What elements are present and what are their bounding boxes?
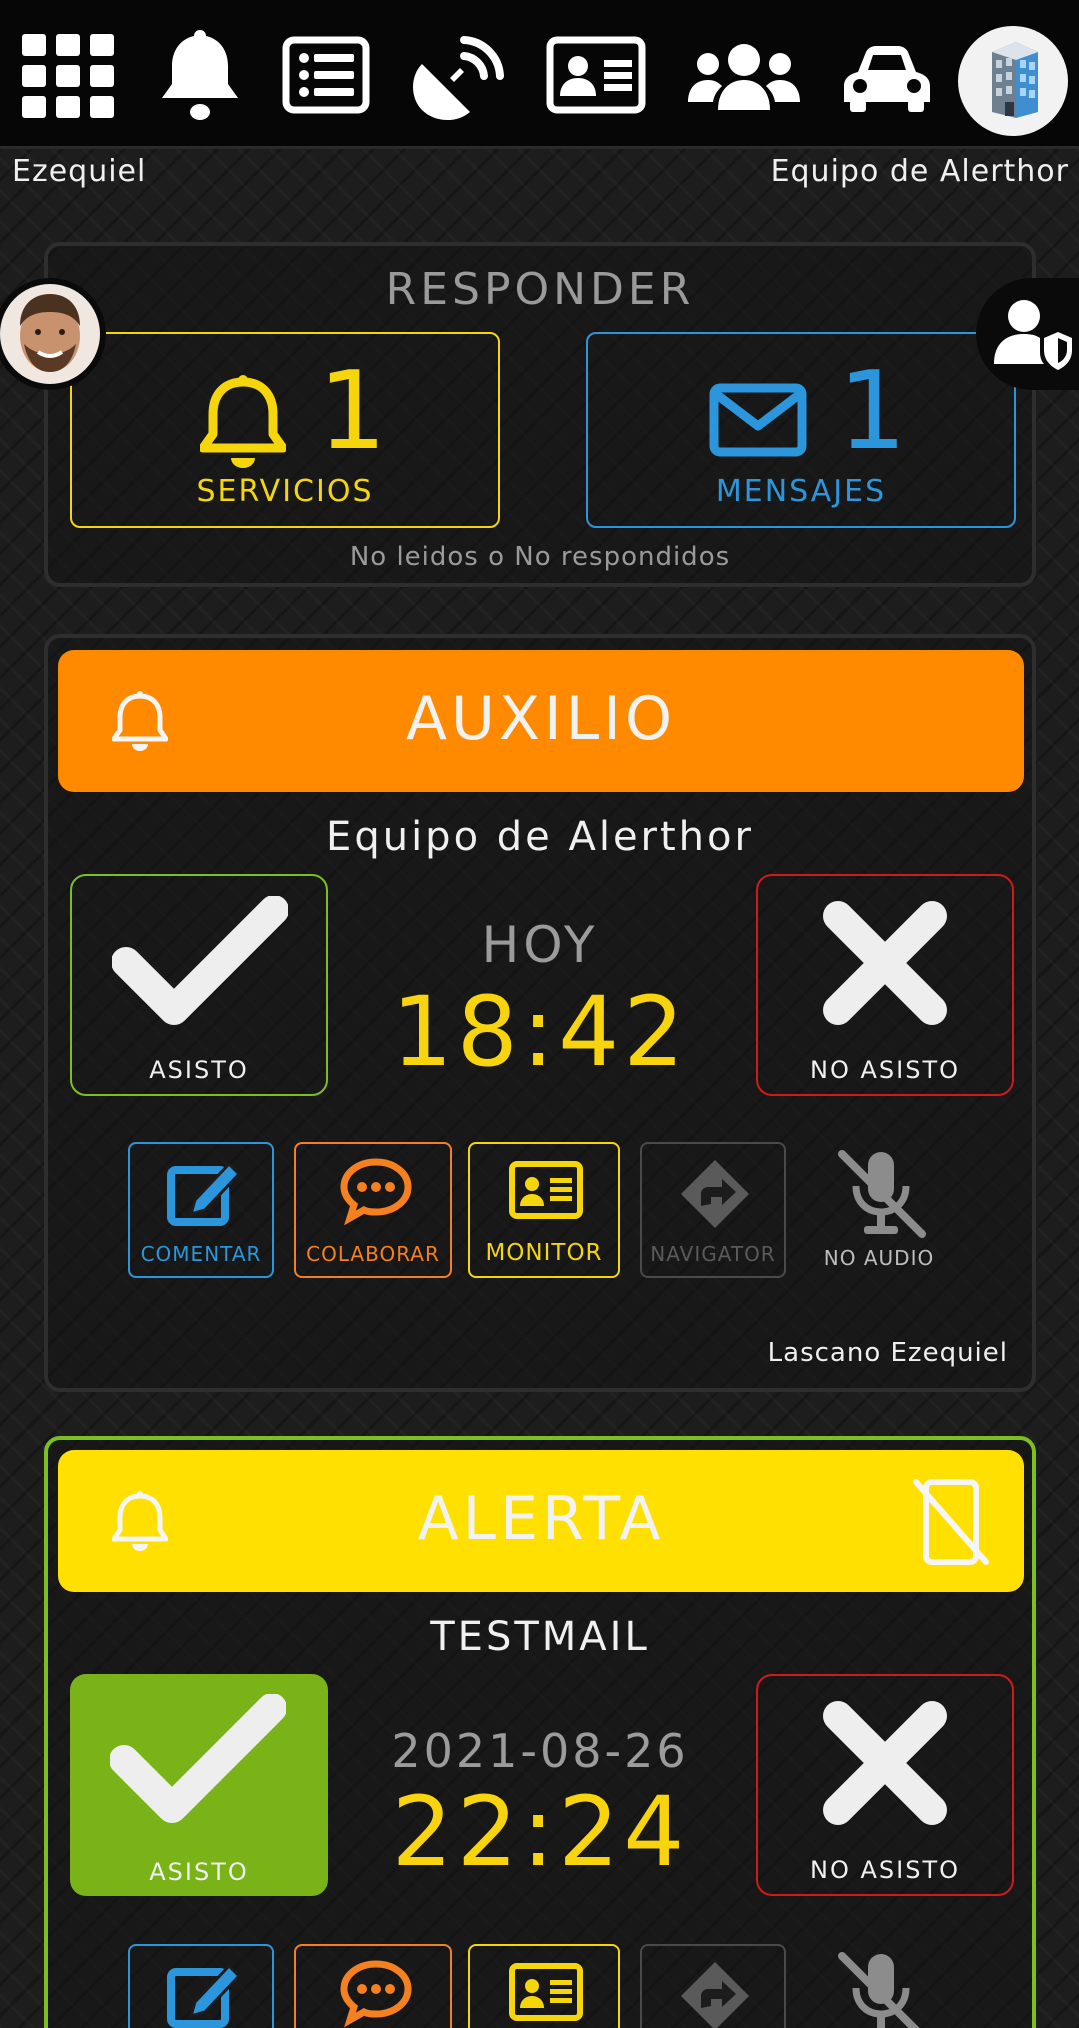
comentar-button[interactable]: COMENTAR xyxy=(128,1142,274,1278)
comment-dots-icon xyxy=(340,1158,412,1226)
alert-title: ALERTA xyxy=(417,1484,665,1554)
monitor-label: MONITOR xyxy=(485,1240,603,1266)
mobile-slash-icon[interactable] xyxy=(912,1476,990,1568)
user-shield-icon[interactable] xyxy=(976,278,1079,390)
servicios-tile[interactable]: 1 SERVICIOS xyxy=(70,332,500,528)
id-card-icon xyxy=(509,1161,583,1219)
no-asisto-label: NO ASISTO xyxy=(810,1856,960,1884)
nav-icon-row xyxy=(0,6,1079,148)
navigator-button: NAVIGATOR xyxy=(640,1142,786,1278)
colaborar-button[interactable]: COLABORAR xyxy=(294,1142,452,1278)
servicios-label: SERVICIOS xyxy=(196,474,374,509)
users-icon[interactable] xyxy=(688,40,800,116)
edit-icon xyxy=(167,1963,241,2028)
top-bar: Ezequiel Equipo de Alerthor xyxy=(0,0,1079,189)
no-audio-button[interactable]: NO AUDIO xyxy=(806,1142,952,1278)
user-name: Ezequiel xyxy=(12,154,147,189)
user-avatar[interactable] xyxy=(0,278,106,390)
envelope-icon xyxy=(709,383,807,457)
no-asisto-label: NO ASISTO xyxy=(810,1056,960,1084)
no-audio-label: NO AUDIO xyxy=(823,1246,935,1270)
no-asisto-button[interactable]: NO ASISTO xyxy=(756,874,1014,1096)
bell-icon xyxy=(200,375,286,468)
navigator-label: NAVIGATOR xyxy=(650,1242,776,1266)
responder-title: RESPONDER xyxy=(385,264,695,315)
comentar-button[interactable] xyxy=(128,1944,274,2028)
team-name: Equipo de Alerthor xyxy=(770,154,1069,189)
comentar-label: COMENTAR xyxy=(140,1242,262,1266)
alert-title: AUXILIO xyxy=(405,684,677,754)
mensajes-count: 1 xyxy=(838,349,907,474)
id-card-icon[interactable] xyxy=(546,36,646,114)
comment-dots-icon xyxy=(340,1960,412,2028)
id-card-icon xyxy=(509,1963,583,2021)
no-asisto-button[interactable]: NO ASISTO xyxy=(756,1674,1014,1896)
alert-banner[interactable]: ALERTA xyxy=(58,1450,1024,1592)
alert-team: Equipo de Alerthor xyxy=(326,814,754,860)
microphone-slash-icon xyxy=(838,1150,926,1238)
directions-icon xyxy=(681,1962,749,2028)
alert-card-alerta: ALERTA TESTMAIL ASISTO 2021-08-26 22:24 … xyxy=(44,1436,1036,2028)
responder-panel: RESPONDER 1 SERVICIOS 1 MENSAJES No leid… xyxy=(44,242,1036,587)
satellite-dish-icon[interactable] xyxy=(412,34,506,124)
car-icon[interactable] xyxy=(842,44,932,114)
microphone-slash-icon xyxy=(838,1952,920,2028)
monitor-button[interactable] xyxy=(468,1944,620,2028)
close-icon xyxy=(823,901,947,1025)
navigator-button xyxy=(640,1944,786,2028)
colaborar-button[interactable] xyxy=(294,1944,452,2028)
directions-icon xyxy=(681,1160,749,1228)
colaborar-label: COLABORAR xyxy=(306,1242,440,1266)
no-audio-button[interactable] xyxy=(806,1944,952,2028)
servicios-count: 1 xyxy=(318,349,387,474)
list-icon[interactable] xyxy=(282,36,370,114)
close-icon xyxy=(823,1701,947,1825)
building-icon[interactable] xyxy=(958,26,1068,136)
bell-icon[interactable] xyxy=(160,26,240,122)
responder-note: No leidos o No respondidos xyxy=(349,542,731,572)
alert-banner[interactable]: AUXILIO xyxy=(58,650,1024,792)
mensajes-tile[interactable]: 1 MENSAJES xyxy=(586,332,1016,528)
apps-grid-icon[interactable] xyxy=(22,34,114,118)
mensajes-label: MENSAJES xyxy=(715,474,887,509)
alert-card-auxilio: AUXILIO Equipo de Alerthor ASISTO HOY 18… xyxy=(44,634,1036,1392)
alert-author: Lascano Ezequiel xyxy=(767,1338,1008,1368)
monitor-button[interactable]: MONITOR xyxy=(468,1142,620,1278)
alert-team: TESTMAIL xyxy=(430,1614,650,1660)
edit-icon xyxy=(167,1161,241,1226)
